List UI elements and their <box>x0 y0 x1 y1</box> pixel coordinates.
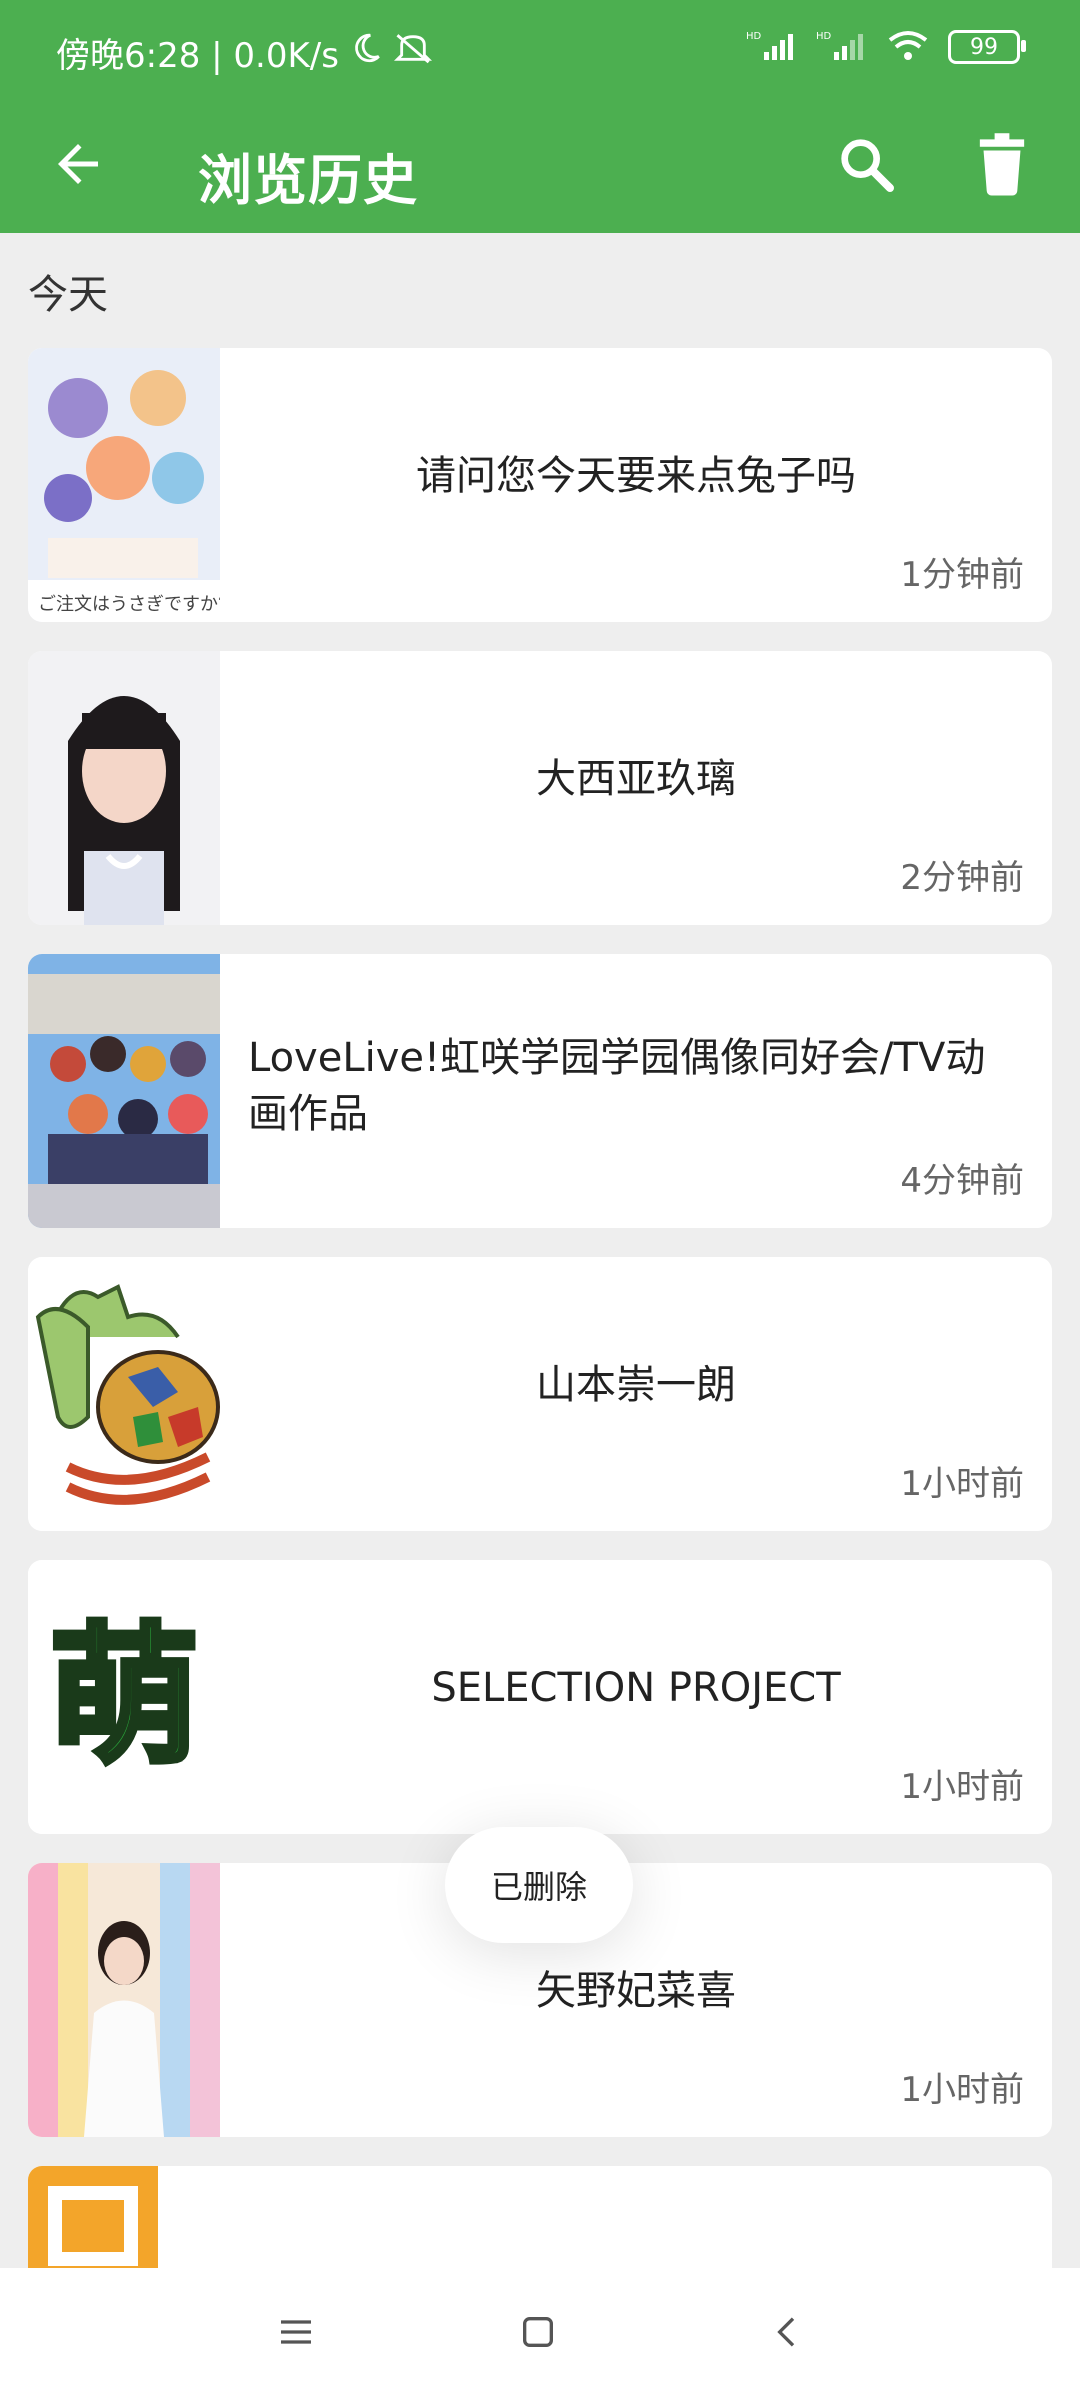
svg-text:ご注文はうさぎですか?: ご注文はうさぎですか? <box>38 594 220 615</box>
home-button[interactable] <box>502 2298 574 2370</box>
app-bar: 浏览历史 <box>0 100 1080 233</box>
status-left: 傍晚6:28 | 0.0K/s <box>56 28 433 77</box>
item-time: 2分钟前 <box>900 858 1024 898</box>
hd-signal-icon: HD <box>816 28 868 66</box>
battery-icon: 99 <box>948 30 1026 64</box>
history-item[interactable]: ご注文はうさぎですか? 请问您今天要来点兔子吗 1分钟前 <box>28 348 1052 622</box>
back-button[interactable] <box>38 126 118 206</box>
search-icon <box>834 132 898 200</box>
battery-level: 99 <box>970 34 998 60</box>
item-time: 4分钟前 <box>900 1161 1024 1201</box>
moon-icon <box>349 31 383 74</box>
history-item[interactable]: 大西亚玖璃 2分钟前 <box>28 651 1052 925</box>
back-chevron-icon <box>768 2312 808 2356</box>
svg-text:HD: HD <box>746 31 762 42</box>
svg-text:HD: HD <box>816 31 832 42</box>
item-time: 1分钟前 <box>900 555 1024 595</box>
status-right: HD HD 99 <box>746 28 1026 66</box>
status-bar: 傍晚6:28 | 0.0K/s HD HD 99 <box>0 0 1080 100</box>
hd-signal-icon: HD <box>746 28 798 66</box>
item-title: 请问您今天要来点兔子吗 <box>416 453 856 499</box>
home-square-icon <box>518 2312 558 2356</box>
wifi-icon <box>886 28 930 66</box>
moe-glyph-thumbnail: 萌 <box>46 1610 202 1784</box>
item-time: 1小时前 <box>900 1464 1024 1504</box>
item-title: 山本崇一朗 <box>536 1362 736 1408</box>
thumbnail: ご注文はうさぎですか? <box>28 348 220 622</box>
item-time: 1小时前 <box>900 1767 1024 1807</box>
top-bar: 傍晚6:28 | 0.0K/s HD HD 99 浏览历史 <box>0 0 1080 233</box>
menu-icon <box>276 2312 316 2356</box>
thumbnail <box>28 651 220 925</box>
thumbnail: 萌 <box>28 1560 220 1834</box>
thumbnail <box>28 1257 220 1531</box>
history-item[interactable]: LoveLive!虹咲学园学园偶像同好会/TV动画作品 4分钟前 <box>28 954 1052 1228</box>
mute-icon <box>393 31 433 74</box>
history-item[interactable]: 萌 SELECTION PROJECT 1小时前 <box>28 1560 1052 1834</box>
thumbnail <box>28 1863 220 2137</box>
history-item[interactable]: 山本崇一朗 1小时前 <box>28 1257 1052 1531</box>
arrow-left-icon <box>48 134 108 198</box>
item-title: LoveLive!虹咲学园学园偶像同好会/TV动画作品 <box>248 1035 986 1137</box>
screen: 傍晚6:28 | 0.0K/s HD HD 99 浏览历史 今天 ご注文はうさぎ… <box>0 0 1080 2400</box>
back-nav-button[interactable] <box>752 2298 824 2370</box>
search-button[interactable] <box>826 126 906 206</box>
page-title: 浏览历史 <box>198 149 418 212</box>
thumbnail <box>28 954 220 1228</box>
system-nav-bar <box>0 2268 1080 2400</box>
item-title: SELECTION PROJECT <box>431 1665 841 1711</box>
toast-message: 已删除 <box>445 1827 633 1943</box>
delete-all-button[interactable] <box>962 126 1042 206</box>
history-list: ご注文はうさぎですか? 请问您今天要来点兔子吗 1分钟前 大西亚玖璃 2分钟前 <box>28 348 1052 2400</box>
status-time: 傍晚6:28 | 0.0K/s <box>56 36 339 76</box>
trash-icon <box>972 132 1032 200</box>
item-title: 大西亚玖璃 <box>536 756 736 802</box>
item-time: 1小时前 <box>900 2070 1024 2110</box>
item-title: 矢野妃菜喜 <box>536 1968 736 2014</box>
menu-button[interactable] <box>260 2298 332 2370</box>
section-header-today: 今天 <box>28 272 108 318</box>
